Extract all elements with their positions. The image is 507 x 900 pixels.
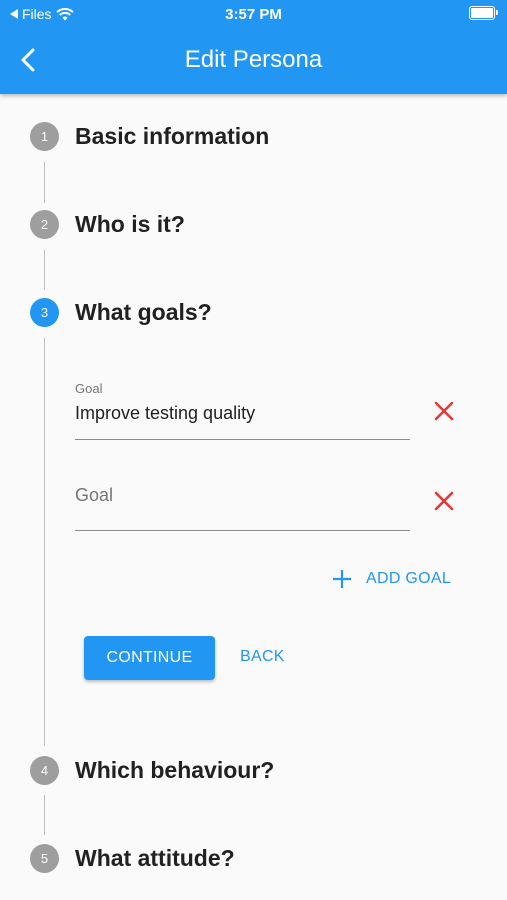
step-5[interactable]: 5 What attitude? xyxy=(30,844,235,873)
app-bar: Files 3:57 PM Edit Persona xyxy=(0,0,507,94)
add-goal-label: ADD GOAL xyxy=(366,570,452,587)
close-icon xyxy=(434,401,454,421)
add-goal-button[interactable]: ADD GOAL xyxy=(330,567,451,591)
goal-input-2[interactable]: Goal xyxy=(75,478,410,531)
status-bar: Files 3:57 PM xyxy=(0,0,507,28)
page-title: Edit Persona xyxy=(184,46,323,73)
goal-placeholder: Goal xyxy=(75,485,114,505)
step-number: 1 xyxy=(30,122,59,151)
goal-value: Improve testing quality xyxy=(75,403,256,423)
remove-goal-button[interactable] xyxy=(430,397,458,425)
remove-goal-button[interactable] xyxy=(430,487,458,515)
step-number: 3 xyxy=(30,298,59,327)
step-connector xyxy=(44,795,45,835)
step-title: Which behaviour? xyxy=(75,757,275,783)
step-connector xyxy=(44,250,45,290)
continue-button[interactable]: CONTINUE xyxy=(84,636,215,680)
back-text-button[interactable]: BACK xyxy=(240,648,285,666)
plus-icon xyxy=(333,570,351,588)
step-2[interactable]: 2 Who is it? xyxy=(30,210,185,239)
step-3[interactable]: 3 What goals? xyxy=(30,298,212,327)
clock: 3:57 PM xyxy=(225,6,282,23)
step-title: What attitude? xyxy=(75,845,235,871)
goal-input-1[interactable]: Goal Improve testing quality xyxy=(75,378,410,440)
step-number: 5 xyxy=(30,844,59,873)
step-number: 2 xyxy=(30,210,59,239)
step-title: What goals? xyxy=(75,299,212,325)
battery-icon xyxy=(469,6,498,20)
step-4[interactable]: 4 Which behaviour? xyxy=(30,756,274,785)
step-title: Who is it? xyxy=(75,211,185,237)
step-number: 4 xyxy=(30,756,59,785)
step-title: Basic information xyxy=(75,123,270,149)
step-connector xyxy=(44,338,45,746)
step-1[interactable]: 1 Basic information xyxy=(30,122,269,151)
close-icon xyxy=(434,491,454,511)
goal-label: Goal xyxy=(75,381,103,396)
step-connector xyxy=(44,162,45,203)
